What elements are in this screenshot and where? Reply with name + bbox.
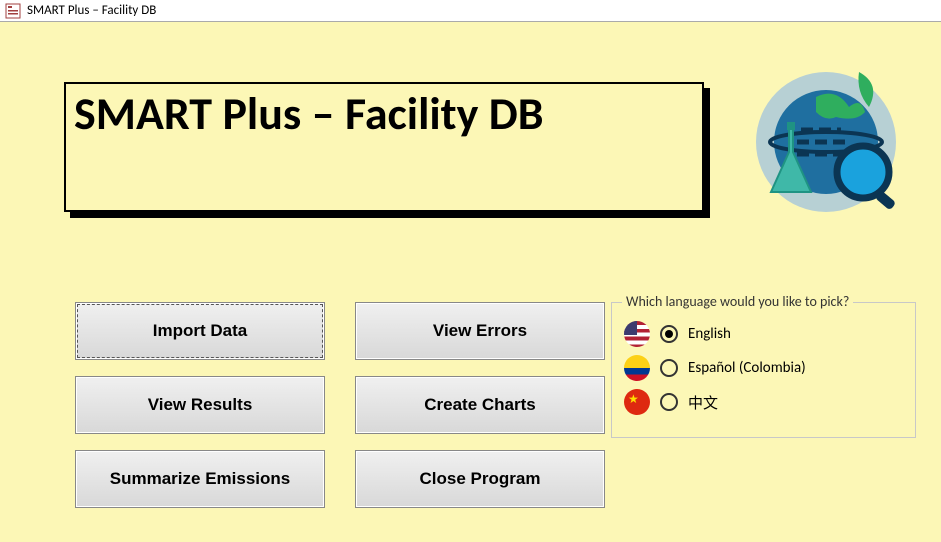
import-data-button[interactable]: Import Data bbox=[75, 302, 325, 360]
window-title-bar: SMART Plus – Facility DB bbox=[0, 0, 941, 22]
language-legend: Which language would you like to pick? bbox=[622, 293, 853, 310]
close-program-button[interactable]: Close Program bbox=[355, 450, 605, 508]
label-spanish: Español (Colombia) bbox=[688, 359, 806, 377]
radio-english[interactable] bbox=[660, 325, 678, 343]
flag-us-icon bbox=[624, 321, 650, 347]
create-charts-button[interactable]: Create Charts bbox=[355, 376, 605, 434]
flag-colombia-icon bbox=[624, 355, 650, 381]
form-icon bbox=[5, 3, 21, 19]
view-results-button[interactable]: View Results bbox=[75, 376, 325, 434]
banner: SMART Plus – Facility DB bbox=[64, 82, 704, 212]
label-chinese: 中文 bbox=[688, 392, 718, 413]
radio-spanish[interactable] bbox=[660, 359, 678, 377]
language-option-spanish[interactable]: Español (Colombia) bbox=[624, 355, 903, 381]
flag-china-icon bbox=[624, 389, 650, 415]
logo-image bbox=[741, 52, 911, 227]
view-errors-button[interactable]: View Errors bbox=[355, 302, 605, 360]
banner-title: SMART Plus – Facility DB bbox=[74, 86, 544, 142]
window-title: SMART Plus – Facility DB bbox=[27, 3, 156, 18]
buttons-grid: Import Data View Errors View Results Cre… bbox=[75, 302, 605, 508]
language-groupbox: Which language would you like to pick? E… bbox=[611, 302, 916, 438]
main-form: SMART Plus – Facility DB Import Data Vie… bbox=[0, 22, 941, 542]
label-english: English bbox=[688, 325, 731, 343]
radio-chinese[interactable] bbox=[660, 393, 678, 411]
summarize-emissions-button[interactable]: Summarize Emissions bbox=[75, 450, 325, 508]
language-option-chinese[interactable]: 中文 bbox=[624, 389, 903, 415]
language-option-english[interactable]: English bbox=[624, 321, 903, 347]
